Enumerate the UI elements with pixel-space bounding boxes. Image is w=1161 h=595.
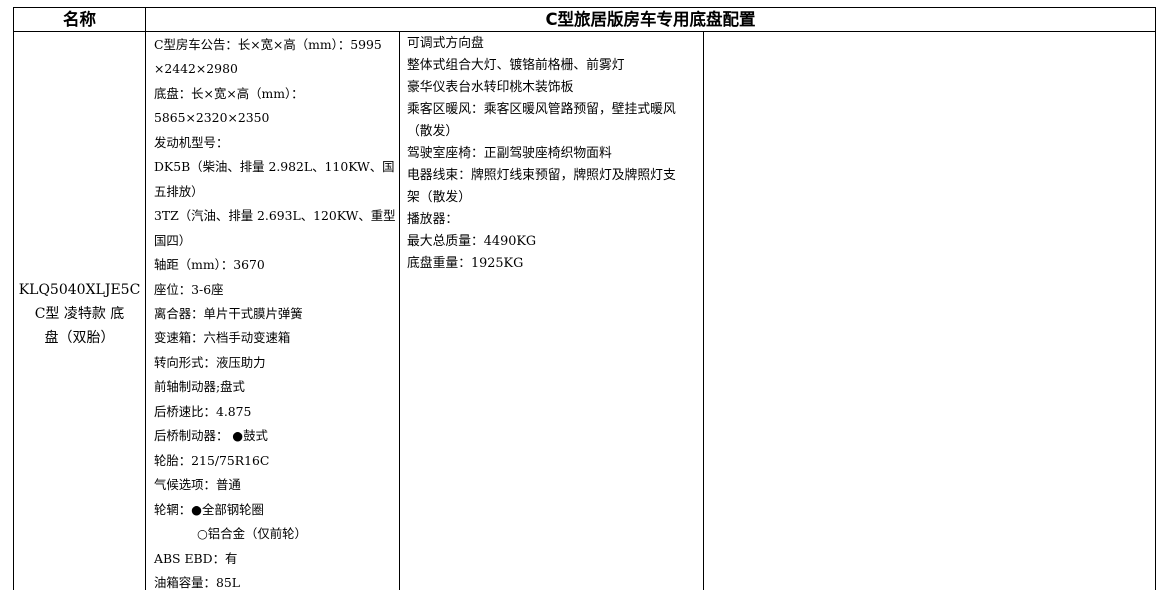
feature-line: 可调式方向盘 — [407, 36, 484, 51]
spec-line: 气候选项：普通 — [154, 477, 241, 493]
model-name-line: C型 凌特款 底 — [34, 306, 125, 322]
feature-line: 整体式组合大灯、镀铬前格栅、前雾灯 — [407, 58, 625, 73]
spec-line: ○铝合金（仅前轮） — [197, 526, 307, 542]
spec-line: C型房车公告：长×宽×高（mm）：5995 — [154, 37, 382, 52]
empty-cell — [704, 32, 1155, 591]
model-name-line: 盘（双胎） — [44, 330, 115, 346]
spec-line: 轮辋：●全部钢轮圈 — [154, 501, 264, 517]
spec-line: 前轴制动器;盘式 — [154, 379, 245, 395]
feature-line: 驾驶室座椅：正副驾驶座椅织物面料 — [407, 146, 612, 161]
spec-line: DK5B（柴油、排量 2.982L、110KW、国 — [154, 159, 395, 175]
spec-line: 轴距（mm）：3670 — [154, 257, 265, 273]
name-column-header: 名称 — [63, 10, 96, 29]
column-divider — [399, 32, 400, 590]
spec-line: 5865×2320×2350 — [154, 110, 270, 126]
spec-line: 轮胎：215/75R16C — [154, 452, 270, 468]
spec-line: 座位：3-6座 — [154, 281, 224, 297]
model-name-line: KLQ5040XLJE5C — [18, 282, 141, 298]
spec-line: 五排放） — [154, 183, 204, 199]
spec-line: 后桥速比：4.875 — [154, 403, 252, 419]
feature-line: 底盘重量：1925KG — [407, 256, 524, 271]
features-cell: 可调式方向盘 整体式组合大灯、镀铬前格栅、前雾灯 豪华仪表台水转印桃木装饰板 乘… — [407, 33, 707, 275]
spec-line: ABS EBD：有 — [154, 550, 238, 566]
spec-line: 离合器：单片干式膜片弹簧 — [154, 305, 303, 321]
spec-line: ×2442×2980 — [154, 61, 238, 77]
spec-line: 3TZ（汽油、排量 2.693L、120KW、重型 — [154, 208, 396, 224]
spec-line: 发动机型号： — [154, 134, 229, 150]
config-column-header: C型旅居版房车专用底盘配置 — [545, 10, 756, 29]
spec-line: 国四） — [154, 232, 192, 248]
spec-line: 油箱容量：85L — [154, 574, 240, 590]
feature-line: 架（散发） — [407, 190, 471, 205]
feature-line: 播放器： — [407, 212, 459, 227]
feature-line: 电器线束：牌照灯线束预留，牌照灯及牌照灯支 — [407, 168, 676, 183]
spec-line: 底盘：长×宽×高（mm）： — [154, 85, 304, 101]
model-name-cell: KLQ5040XLJE5C C型 凌特款 底 盘（双胎） — [14, 278, 145, 350]
feature-line: 最大总质量：4490KG — [407, 234, 537, 249]
spec-line: 变速箱：六档手动变速箱 — [154, 330, 291, 346]
feature-line: 乘客区暖风：乘客区暖风管路预留，壁挂式暖风 — [407, 102, 676, 117]
spec-line: 后桥制动器： ●鼓式 — [154, 428, 268, 444]
feature-line: （散发） — [407, 124, 459, 139]
feature-line: 豪华仪表台水转印桃木装饰板 — [407, 80, 574, 95]
specs-cell: C型房车公告：长×宽×高（mm）：5995 ×2442×2980 底盘：长×宽×… — [154, 33, 399, 595]
chassis-config-table: 名称 C型旅居版房车专用底盘配置 KLQ5040XLJE5C C型 凌特款 底 … — [13, 7, 1156, 590]
spec-line: 转向形式：液压助力 — [154, 354, 266, 370]
column-divider — [145, 8, 146, 590]
